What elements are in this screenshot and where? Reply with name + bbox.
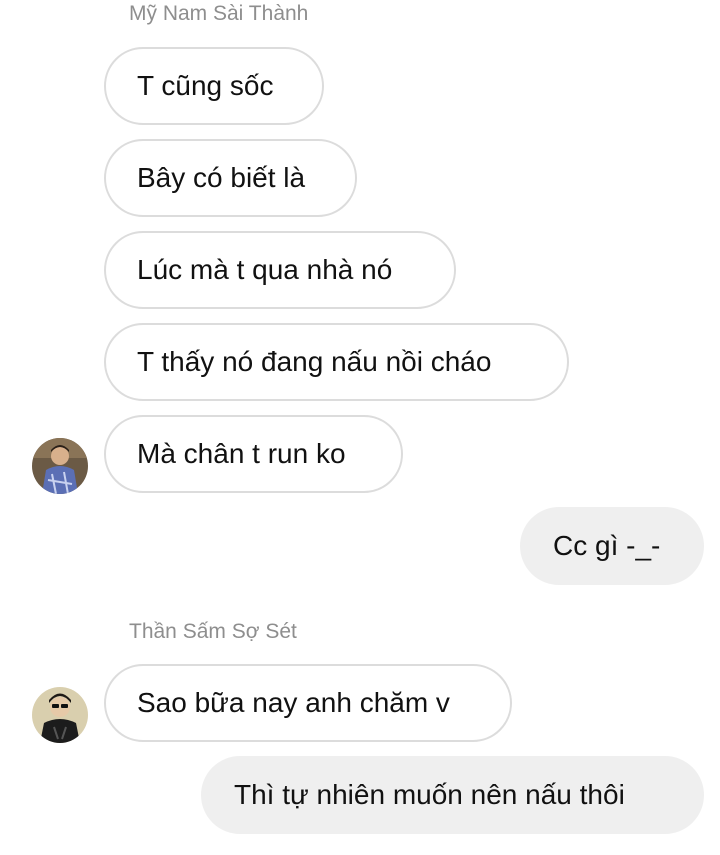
message-bubble-outgoing[interactable]: Cc gì -_- bbox=[520, 507, 704, 585]
message-bubble[interactable]: Lúc mà t qua nhà nó bbox=[104, 231, 456, 309]
person-photo-avatar-icon[interactable] bbox=[32, 438, 88, 494]
message-text: Lúc mà t qua nhà nó bbox=[137, 254, 393, 285]
sender-name: Mỹ Nam Sài Thành bbox=[129, 2, 309, 25]
message-bubble[interactable]: Mà chân t run ko bbox=[104, 415, 403, 493]
message-bubble[interactable]: T thấy nó đang nấu nồi cháo bbox=[104, 323, 569, 401]
message-bubble[interactable]: Bây có biết là bbox=[104, 139, 357, 217]
sender-name: Thần Sấm Sợ Sét bbox=[129, 620, 297, 643]
message-text: Mà chân t run ko bbox=[137, 438, 346, 469]
message-text: Cc gì -_- bbox=[553, 530, 661, 561]
message-text: T thấy nó đang nấu nồi cháo bbox=[137, 346, 492, 377]
message-text: Thì tự nhiên muốn nên nấu thôi bbox=[234, 779, 625, 810]
message-bubble-outgoing[interactable]: Thì tự nhiên muốn nên nấu thôi bbox=[201, 756, 704, 834]
message-text: Sao bữa nay anh chăm v bbox=[137, 687, 450, 718]
message-bubble[interactable]: T cũng sốc bbox=[104, 47, 324, 125]
person-photo-avatar-icon[interactable] bbox=[32, 687, 88, 743]
message-text: Bây có biết là bbox=[137, 162, 306, 193]
message-text: T cũng sốc bbox=[137, 70, 274, 101]
chat-thread: Mỹ Nam Sài Thành T cũng sốc Bây có biết … bbox=[0, 0, 720, 855]
message-bubble[interactable]: Sao bữa nay anh chăm v bbox=[104, 664, 512, 742]
